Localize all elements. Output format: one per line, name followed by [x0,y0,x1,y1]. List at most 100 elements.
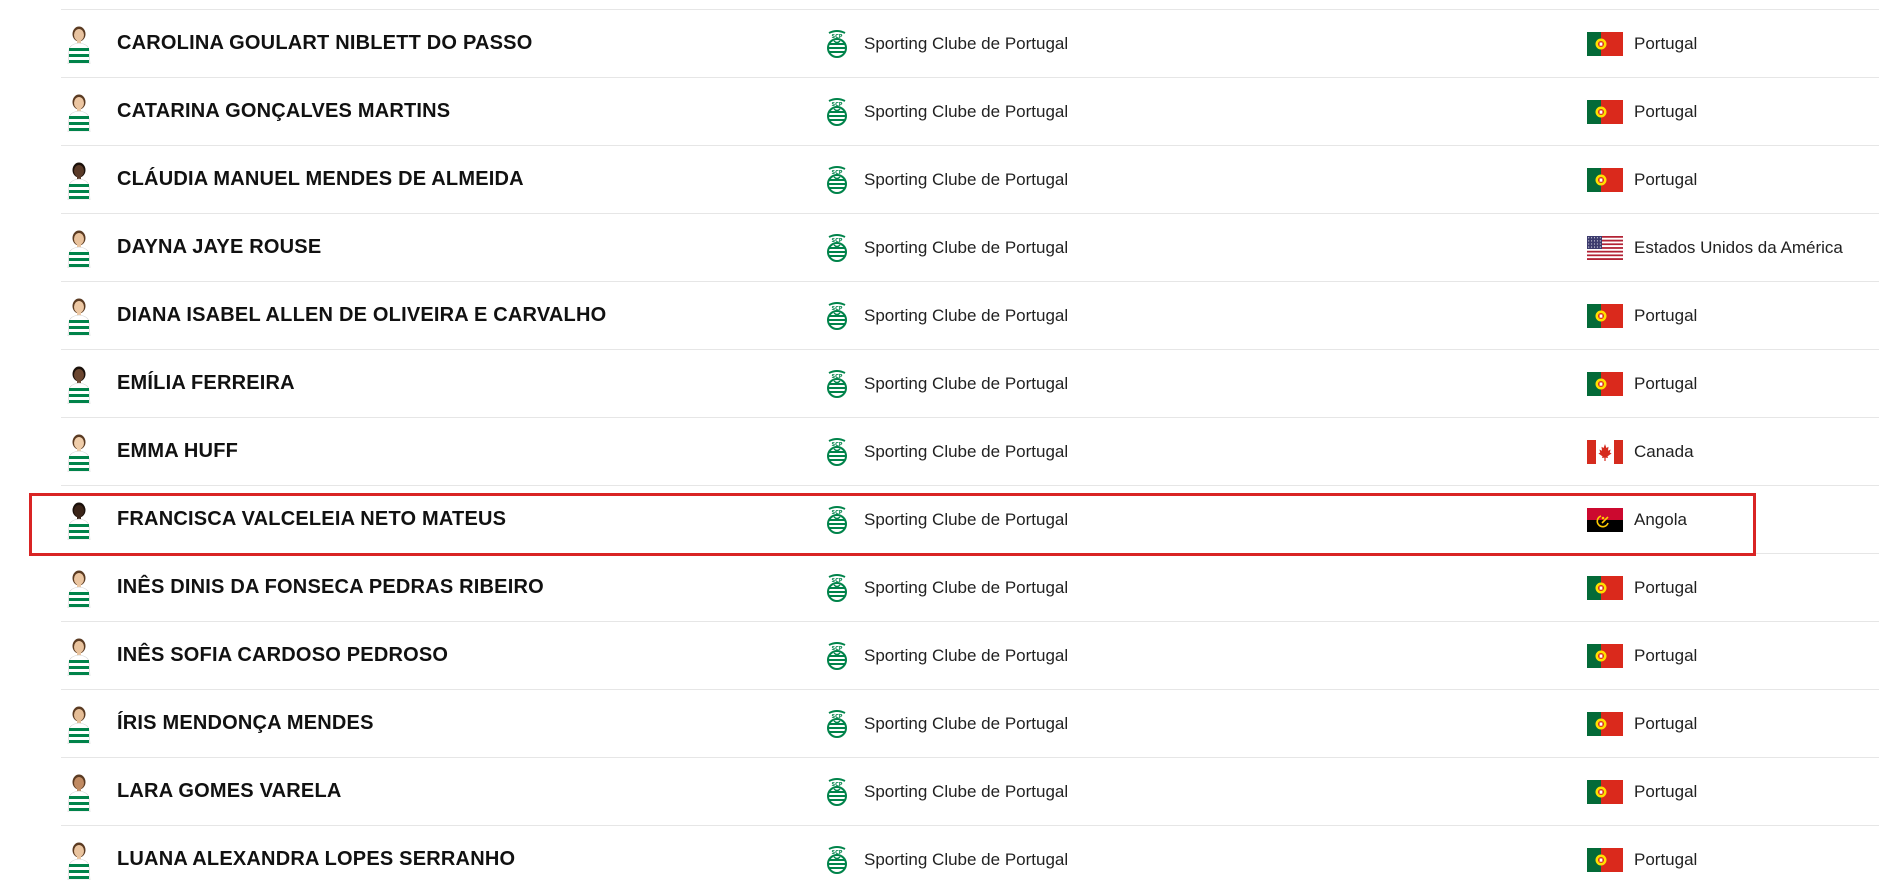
player-club: SCP Sporting Clube de Portugal [823,233,1068,263]
portugal-flag-icon [1587,779,1623,804]
country-name: Portugal [1634,305,1698,325]
player-avatar [62,432,96,472]
player-avatar [62,228,96,268]
player-avatar [62,24,96,64]
player-name[interactable]: CAROLINA GOULART NIBLETT DO PASSO [117,32,532,55]
sporting-crest-icon: SCP [827,437,847,466]
club-name[interactable]: Sporting Clube de Portugal [864,238,1068,258]
sporting-crest-icon: SCP [827,641,847,670]
club-name[interactable]: Sporting Clube de Portugal [864,782,1068,802]
player-photo-icon [67,570,91,608]
player-photo-icon [67,298,91,336]
player-club: SCP Sporting Clube de Portugal [823,369,1068,399]
country-name: Portugal [1634,577,1698,597]
club-name[interactable]: Sporting Clube de Portugal [864,306,1068,326]
club-name[interactable]: Sporting Clube de Portugal [864,442,1068,462]
player-avatar [62,568,96,608]
player-name[interactable]: DIANA ISABEL ALLEN DE OLIVEIRA E CARVALH… [117,304,606,327]
sporting-crest-icon: SCP [827,97,847,126]
player-name[interactable]: CLÁUDIA MANUEL MENDES DE ALMEIDA [117,168,524,191]
player-country: Portugal [1587,711,1697,736]
player-row-12[interactable]: LUANA ALEXANDRA LOPES SERRANHO SCP Sport… [61,826,1879,892]
player-row-10[interactable]: ÍRIS MENDONÇA MENDES SCP Sporting Clube … [61,690,1879,758]
country-name: Portugal [1634,849,1698,869]
players-table: CAROLINA GOULART NIBLETT DO PASSO SCP Sp… [61,9,1879,892]
club-name[interactable]: Sporting Clube de Portugal [864,374,1068,394]
player-row-7[interactable]: FRANCISCA VALCELEIA NETO MATEUS SCP Spor… [61,486,1879,554]
player-row-3[interactable]: DAYNA JAYE ROUSE SCP Sporting Clube de P… [61,214,1879,282]
player-photo-icon [67,434,91,472]
player-country: Estados Unidos da América [1587,235,1843,260]
portugal-flag-icon [1587,99,1623,124]
player-country: Portugal [1587,779,1697,804]
club-name[interactable]: Sporting Clube de Portugal [864,510,1068,530]
country-name: Portugal [1634,101,1698,121]
player-avatar [62,636,96,676]
player-country: Angola [1587,507,1687,532]
country-name: Portugal [1634,373,1698,393]
player-name[interactable]: INÊS DINIS DA FONSECA PEDRAS RIBEIRO [117,576,544,599]
player-name[interactable]: ÍRIS MENDONÇA MENDES [117,712,374,735]
player-country: Portugal [1587,643,1697,668]
player-name[interactable]: EMMA HUFF [117,440,238,463]
portugal-flag-icon [1587,847,1623,872]
player-avatar [62,704,96,744]
portugal-flag-icon [1587,167,1623,192]
club-name[interactable]: Sporting Clube de Portugal [864,578,1068,598]
club-name[interactable]: Sporting Clube de Portugal [864,714,1068,734]
player-row-4[interactable]: DIANA ISABEL ALLEN DE OLIVEIRA E CARVALH… [61,282,1879,350]
player-club: SCP Sporting Clube de Portugal [823,573,1068,603]
sporting-crest-icon: SCP [827,845,847,874]
player-avatar [62,500,96,540]
country-name: Angola [1634,509,1687,529]
player-row-11[interactable]: LARA GOMES VARELA SCP Sporting Clube de … [61,758,1879,826]
player-name[interactable]: LARA GOMES VARELA [117,780,342,803]
portugal-flag-icon [1587,371,1623,396]
portugal-flag-icon [1587,643,1623,668]
player-photo-icon [67,638,91,676]
player-photo-icon [67,706,91,744]
player-avatar [62,772,96,812]
player-name[interactable]: CATARINA GONÇALVES MARTINS [117,100,450,123]
player-club: SCP Sporting Clube de Portugal [823,845,1068,875]
player-row-6[interactable]: EMMA HUFF SCP Sporting Clube de Portugal… [61,418,1879,486]
player-photo-icon [67,230,91,268]
player-name[interactable]: LUANA ALEXANDRA LOPES SERRANHO [117,848,515,871]
player-row-5[interactable]: EMÍLIA FERREIRA SCP Sporting Clube de Po… [61,350,1879,418]
club-name[interactable]: Sporting Clube de Portugal [864,34,1068,54]
portugal-flag-icon [1587,575,1623,600]
player-row-0[interactable]: CAROLINA GOULART NIBLETT DO PASSO SCP Sp… [61,10,1879,78]
player-club: SCP Sporting Clube de Portugal [823,29,1068,59]
player-row-8[interactable]: INÊS DINIS DA FONSECA PEDRAS RIBEIRO SCP… [61,554,1879,622]
sporting-crest-icon: SCP [827,301,847,330]
player-name[interactable]: FRANCISCA VALCELEIA NETO MATEUS [117,508,506,531]
country-name: Estados Unidos da América [1634,237,1843,257]
usa-flag-icon [1587,235,1623,260]
player-photo-icon [67,26,91,64]
player-avatar [62,364,96,404]
player-country: Portugal [1587,847,1698,872]
player-country: Portugal [1587,303,1698,328]
player-photo-icon [67,94,91,132]
player-avatar [62,92,96,132]
player-avatar [62,160,96,200]
club-name[interactable]: Sporting Clube de Portugal [864,850,1068,870]
player-country: Portugal [1587,575,1698,600]
player-club: SCP Sporting Clube de Portugal [823,505,1068,535]
player-avatar [62,296,96,336]
country-name: Canada [1634,441,1694,461]
player-name[interactable]: INÊS SOFIA CARDOSO PEDROSO [117,644,448,667]
club-name[interactable]: Sporting Clube de Portugal [864,646,1068,666]
player-photo-icon [67,366,91,404]
player-name[interactable]: DAYNA JAYE ROUSE [117,236,321,259]
player-club: SCP Sporting Clube de Portugal [823,301,1068,331]
club-name[interactable]: Sporting Clube de Portugal [864,102,1068,122]
player-row-2[interactable]: CLÁUDIA MANUEL MENDES DE ALMEIDA SCP Spo… [61,146,1879,214]
player-photo-icon [67,502,91,540]
player-country: Portugal [1587,31,1697,56]
player-row-1[interactable]: CATARINA GONÇALVES MARTINS SCP Sporting … [61,78,1879,146]
player-row-9[interactable]: INÊS SOFIA CARDOSO PEDROSO SCP Sporting … [61,622,1879,690]
player-country: Portugal [1587,99,1698,124]
club-name[interactable]: Sporting Clube de Portugal [864,170,1068,190]
player-name[interactable]: EMÍLIA FERREIRA [117,372,295,395]
